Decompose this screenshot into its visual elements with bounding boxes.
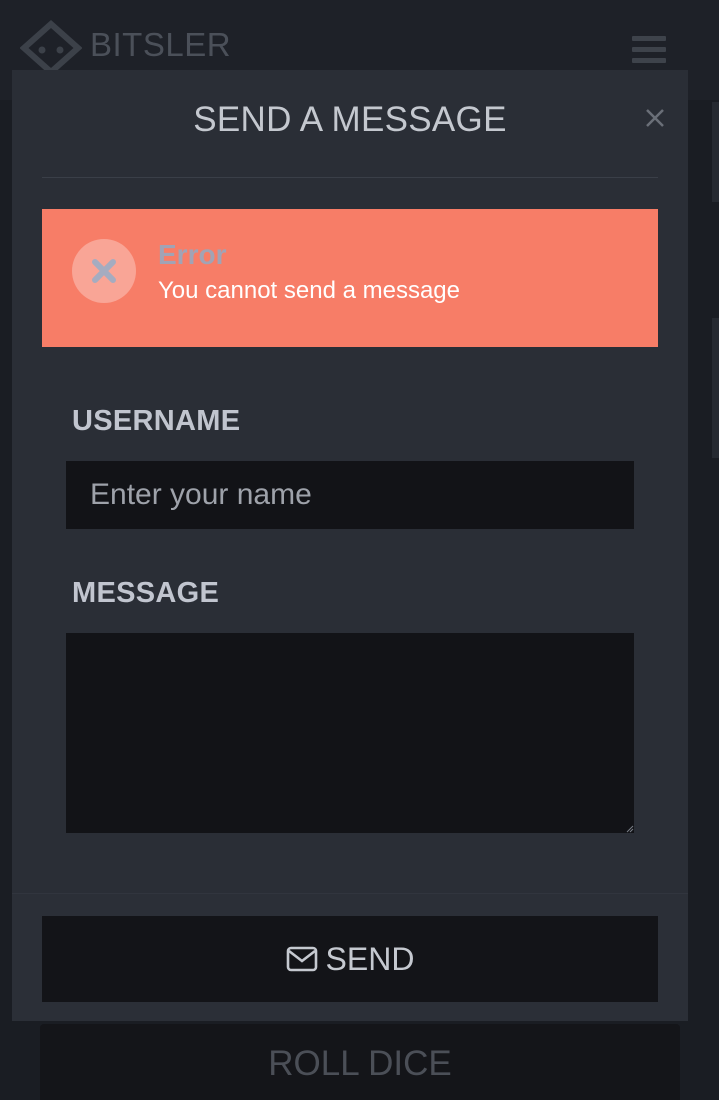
modal-footer: SEND [12,893,688,1021]
error-alert: Error You cannot send a message [42,209,658,347]
alert-message: You cannot send a message [158,277,461,304]
alert-title: Error [158,239,227,270]
close-icon[interactable] [644,107,666,129]
username-label: USERNAME [72,405,241,437]
resize-handle-icon[interactable] [626,825,634,833]
header-divider [42,177,658,178]
brand-name: BITSLER [90,26,232,63]
modal-title: SEND A MESSAGE [193,100,507,139]
x-circle-icon [72,239,136,303]
page: BITSLER ROLL DICE SEND A MESSAGE Error Y… [0,0,719,1100]
send-button-label: SEND [325,940,415,977]
send-button[interactable]: SEND [42,916,658,1002]
envelope-icon [286,946,317,972]
bitsler-logo-icon [20,20,82,76]
background-panel-edge [712,102,719,202]
roll-dice-button[interactable]: ROLL DICE [40,1024,680,1100]
background-panel-edge [712,318,719,458]
username-input[interactable] [66,461,634,529]
message-textarea[interactable] [66,633,634,833]
send-message-modal: SEND A MESSAGE Error You cannot send a m… [12,70,688,1021]
hamburger-menu-icon[interactable] [632,36,666,64]
message-label: MESSAGE [72,577,220,609]
